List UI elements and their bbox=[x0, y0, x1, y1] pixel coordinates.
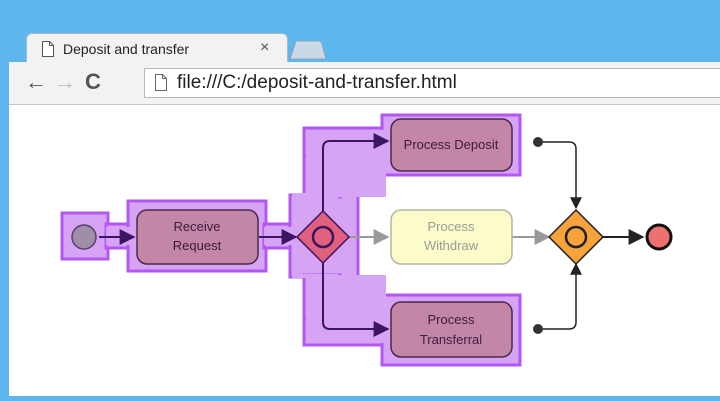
browser-tab[interactable]: Deposit and transfer × bbox=[26, 33, 288, 64]
close-tab-icon[interactable]: × bbox=[260, 39, 269, 57]
address-bar[interactable]: file:///C:/deposit-and-transfer.html bbox=[144, 68, 720, 98]
forward-button[interactable]: → bbox=[54, 69, 76, 95]
task-process-transferral-label-1: Process bbox=[428, 312, 475, 327]
tab-title: Deposit and transfer bbox=[63, 41, 190, 57]
url-text: file:///C:/deposit-and-transfer.html bbox=[177, 72, 457, 93]
page-content: Receive Request Process Deposit Process … bbox=[9, 105, 720, 396]
new-tab-button[interactable] bbox=[288, 40, 328, 60]
document-icon bbox=[41, 41, 55, 62]
task-process-withdraw[interactable]: Process Withdraw bbox=[390, 209, 513, 265]
task-process-transferral[interactable]: Process Transferral bbox=[390, 301, 513, 358]
bpmn-diagram: Receive Request Process Deposit Process … bbox=[60, 113, 673, 367]
tab-strip: Deposit and transfer × bbox=[0, 0, 720, 64]
back-button[interactable]: ← bbox=[25, 69, 47, 95]
deposit-flow-dot bbox=[533, 137, 543, 147]
flow-deposit-to-join bbox=[538, 141, 582, 210]
flow-transferral-to-join bbox=[538, 262, 582, 330]
task-process-withdraw-label-2: Withdraw bbox=[424, 238, 479, 253]
browser-toolbar: ← → C file:///C:/deposit-and-transfer.ht… bbox=[9, 62, 720, 105]
task-process-withdraw-label-1: Process bbox=[428, 219, 475, 234]
page-icon bbox=[154, 74, 168, 96]
start-event[interactable] bbox=[71, 224, 97, 250]
task-process-deposit[interactable]: Process Deposit bbox=[390, 118, 513, 172]
task-process-deposit-label: Process Deposit bbox=[404, 137, 499, 152]
task-receive-request[interactable]: Receive Request bbox=[136, 209, 259, 265]
task-process-transferral-label-2: Transferral bbox=[420, 332, 482, 347]
end-event[interactable] bbox=[645, 223, 673, 251]
transferral-flow-dot bbox=[533, 324, 543, 334]
task-receive-request-label-2: Request bbox=[173, 238, 222, 253]
reload-button[interactable]: C bbox=[85, 69, 101, 95]
task-receive-request-label-1: Receive bbox=[174, 219, 221, 234]
inclusive-gateway-join[interactable] bbox=[547, 208, 605, 266]
